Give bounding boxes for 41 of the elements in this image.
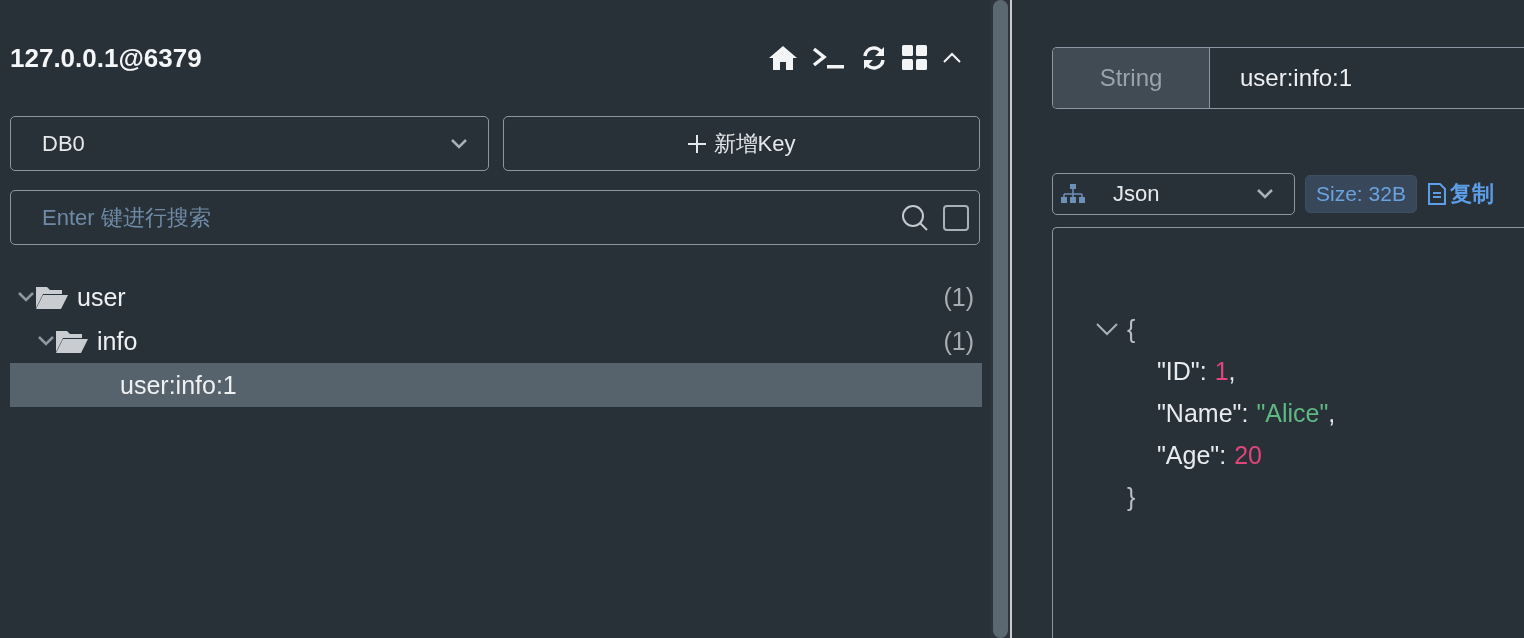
chevron-icon[interactable] (17, 291, 35, 303)
plus-icon (687, 134, 706, 153)
home-icon[interactable] (768, 45, 798, 71)
connection-title: 127.0.0.1@6379 (10, 43, 202, 74)
grid-icon[interactable] (902, 45, 928, 71)
search-field[interactable]: Enter 键进行搜索 (10, 190, 980, 245)
dropdown-caret-icon[interactable] (1256, 188, 1274, 200)
key-name: user:info:1 (1239, 63, 1353, 93)
tree-item[interactable]: user (1) (10, 275, 982, 319)
refresh-icon[interactable] (860, 44, 888, 72)
dropdown-caret-icon[interactable] (450, 137, 468, 150)
chevron-icon[interactable] (1095, 322, 1119, 336)
search-input[interactable]: Enter 键进行搜索 (42, 204, 887, 231)
scrollbar-thumb[interactable] (992, 0, 1008, 638)
checkbox[interactable] (943, 204, 969, 231)
db-select[interactable]: DB0 (10, 116, 489, 171)
key-type-label: String (1053, 48, 1210, 108)
size-badge: Size: 32B (1305, 175, 1417, 213)
comma: , (1328, 398, 1336, 429)
folder-icon (35, 284, 69, 310)
json-brace: { (1127, 314, 1136, 345)
json-key: "Age": (1157, 434, 1227, 476)
hierarchy-icon (1061, 184, 1085, 204)
folder-icon (55, 328, 89, 354)
json-value: 1 (1214, 356, 1229, 387)
json-key: "ID": (1157, 350, 1207, 392)
copy-button[interactable]: 复制 (1426, 179, 1494, 209)
json-value: 20 (1234, 440, 1262, 471)
format-select[interactable]: Json (1052, 173, 1295, 215)
search-icon[interactable] (901, 203, 929, 232)
terminal-icon[interactable] (812, 46, 846, 70)
json-key: "Name": (1157, 392, 1249, 434)
tree-item[interactable]: info (1) (10, 319, 982, 363)
tree-item[interactable]: user:info:1 (10, 363, 982, 407)
json-brace: } (1127, 482, 1136, 513)
add-key-button[interactable]: 新增Key (503, 116, 980, 171)
chevron-icon[interactable] (37, 335, 55, 347)
document-icon (1426, 183, 1447, 205)
collapse-icon[interactable] (942, 52, 962, 64)
comma: , (1228, 356, 1236, 387)
json-value: "Alice" (1256, 398, 1329, 429)
